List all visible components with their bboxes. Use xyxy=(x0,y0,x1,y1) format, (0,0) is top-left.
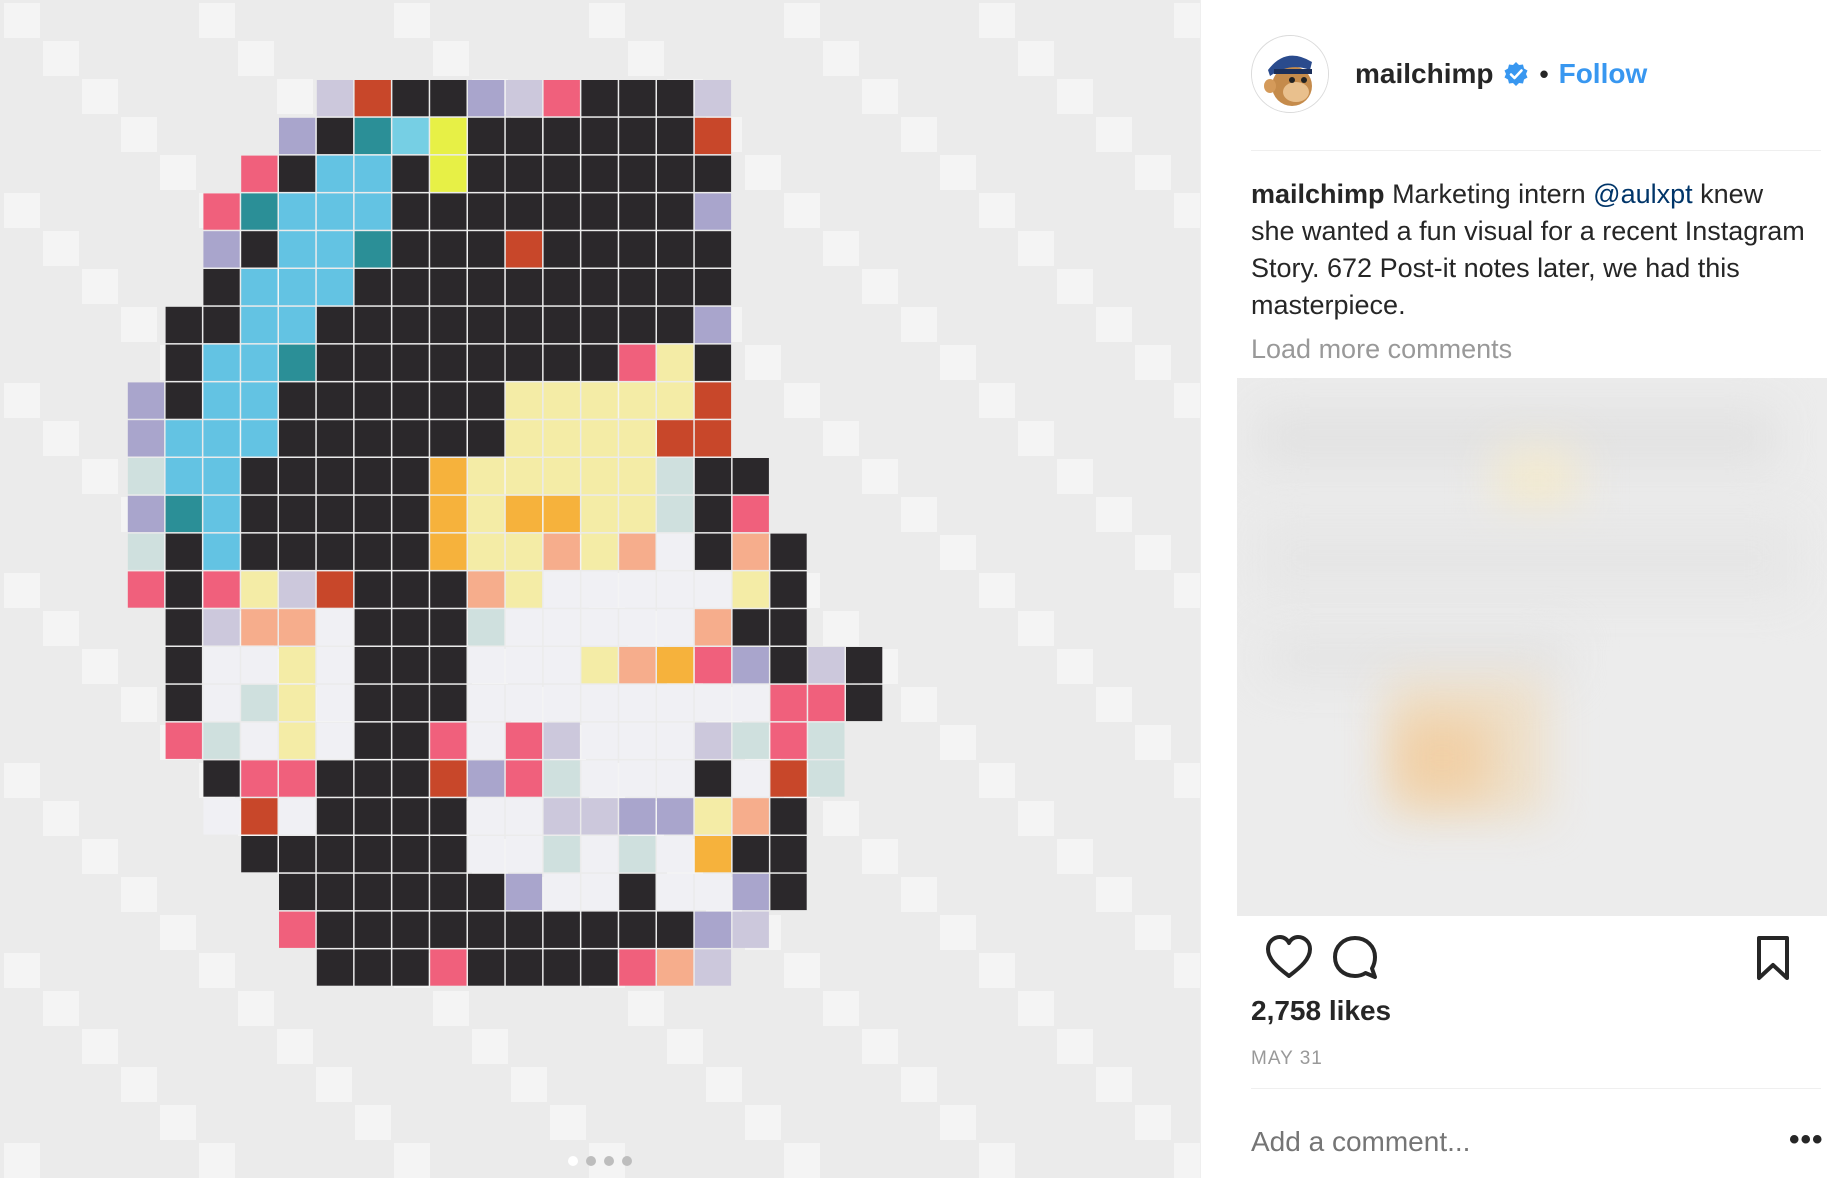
carousel-dot-3[interactable] xyxy=(604,1156,614,1166)
post-header: mailchimp • Follow xyxy=(1251,34,1791,114)
footer-divider xyxy=(1251,1088,1821,1089)
more-options-button[interactable]: ••• xyxy=(1789,1125,1824,1155)
username[interactable]: mailchimp xyxy=(1355,58,1493,90)
carousel-indicator[interactable] xyxy=(0,1156,1200,1166)
carousel-dot-4[interactable] xyxy=(622,1156,632,1166)
blurred-comments-area xyxy=(1237,378,1827,916)
post-date[interactable]: MAY 31 xyxy=(1251,1048,1323,1070)
comment-bubble-icon[interactable] xyxy=(1329,932,1381,984)
caption-username[interactable]: mailchimp xyxy=(1251,179,1385,209)
avatar[interactable] xyxy=(1251,35,1329,113)
post-caption: mailchimp Marketing intern @aulxpt knew … xyxy=(1251,176,1811,324)
follow-button[interactable]: Follow xyxy=(1559,58,1648,90)
mailchimp-freddie-avatar-icon xyxy=(1252,36,1328,112)
post-side-panel: mailchimp • Follow mailchimp Marketing i… xyxy=(1200,0,1834,1178)
likes-count[interactable]: 2,758 likes xyxy=(1251,995,1391,1027)
post-actions-bar xyxy=(1245,932,1805,988)
comment-input[interactable] xyxy=(1251,1126,1711,1158)
header-divider xyxy=(1251,150,1821,151)
load-more-comments-button[interactable]: Load more comments xyxy=(1251,334,1512,365)
caption-mention-link[interactable]: @aulxpt xyxy=(1593,179,1692,209)
caption-text: Marketing intern xyxy=(1392,179,1594,209)
post-photo[interactable] xyxy=(0,0,1200,1178)
bookmark-icon[interactable] xyxy=(1747,932,1799,984)
carousel-dot-1[interactable] xyxy=(568,1156,578,1166)
heart-icon[interactable] xyxy=(1263,932,1315,984)
separator-dot: • xyxy=(1539,58,1549,89)
verified-badge-icon xyxy=(1504,62,1528,86)
post-it-mosaic-image xyxy=(4,3,1200,1178)
carousel-dot-2[interactable] xyxy=(586,1156,596,1166)
